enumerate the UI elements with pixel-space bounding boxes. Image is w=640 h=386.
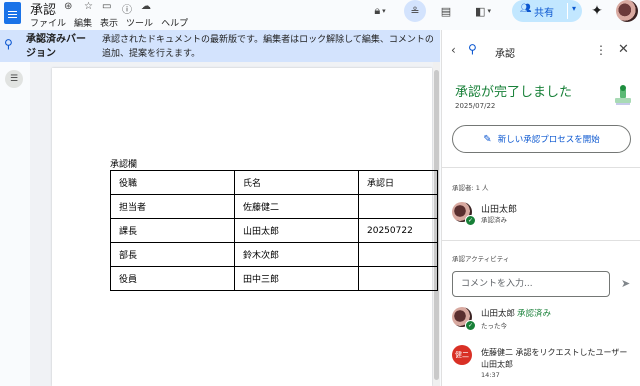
table-cell[interactable]: 部長 bbox=[110, 242, 235, 267]
menu-file[interactable]: ファイル bbox=[30, 19, 66, 29]
approval-table[interactable]: 役職 氏名 承認日 担当者 佐藤健二 課長 山田太郎 20250722 部長 鈴… bbox=[110, 170, 438, 291]
table-cell[interactable] bbox=[358, 242, 438, 267]
info-icon[interactable]: ⓘ bbox=[122, 1, 132, 16]
banner-title: 承認済みバージョン bbox=[26, 34, 86, 59]
table-cell[interactable]: 役員 bbox=[110, 266, 235, 291]
table-cell[interactable]: 鈴木次郎 bbox=[234, 242, 359, 267]
outline-button[interactable]: ☰ bbox=[5, 70, 23, 88]
activity-avatar: 健二 bbox=[452, 345, 472, 365]
table-cell[interactable]: 承認日 bbox=[358, 170, 438, 195]
table-cell[interactable]: 役職 bbox=[110, 170, 235, 195]
panel-title: 承認 bbox=[495, 49, 515, 60]
gemini-button[interactable]: ✦ bbox=[588, 0, 606, 22]
more-options-icon[interactable]: ⋮ bbox=[595, 43, 607, 57]
status-icon[interactable]: ⊛ bbox=[64, 1, 72, 12]
table-caption: 承認欄 bbox=[110, 160, 138, 170]
divider bbox=[441, 167, 640, 168]
new-process-label: 新しい承認プロセスを開始 bbox=[497, 135, 600, 145]
approval-stamp-icon bbox=[615, 85, 631, 105]
outline-icon: ☰ bbox=[9, 74, 19, 84]
table-cell[interactable]: 田中三郎 bbox=[234, 266, 359, 291]
menu-edit[interactable]: 編集 bbox=[74, 19, 92, 29]
activity-text: 佐藤健二 承認をリクエストしたユーザー 山田太郎 bbox=[481, 348, 628, 369]
menu-view[interactable]: 表示 bbox=[100, 19, 118, 29]
menu-tools[interactable]: ツール bbox=[126, 19, 153, 29]
left-rail bbox=[0, 62, 30, 386]
table-cell[interactable] bbox=[358, 266, 438, 291]
approval-complete-title: 承認が完了しました bbox=[455, 85, 573, 100]
video-camera-icon: ◧ bbox=[475, 4, 486, 18]
table-cell[interactable]: 氏名 bbox=[234, 170, 359, 195]
table-row: 役職 氏名 承認日 bbox=[110, 170, 438, 195]
menu-bar: ファイル 編集 表示 ツール ヘルプ bbox=[30, 16, 196, 29]
table-row: 部長 鈴木次郎 bbox=[110, 242, 438, 267]
new-approval-process-button[interactable]: ✎ 新しい承認プロセスを開始 bbox=[452, 125, 631, 153]
divider bbox=[441, 240, 640, 241]
share-people-icon: 👥︎ bbox=[520, 4, 532, 14]
table-cell[interactable]: 20250722 bbox=[358, 218, 438, 243]
table-cell[interactable]: 担当者 bbox=[110, 194, 235, 219]
cloud-saved-icon[interactable]: ☁ bbox=[141, 1, 151, 12]
share-button[interactable]: 👥︎ 共有 ▾ bbox=[512, 0, 582, 22]
menu-help[interactable]: ヘルプ bbox=[161, 19, 188, 29]
table-cell[interactable] bbox=[358, 194, 438, 219]
move-folder-icon[interactable]: ▭ bbox=[102, 1, 111, 12]
approval-person-icon: ⚲ bbox=[468, 42, 477, 56]
comment-input[interactable] bbox=[452, 271, 610, 297]
approver-status: 承認済み bbox=[481, 216, 507, 224]
close-icon[interactable]: ✕ bbox=[618, 42, 629, 57]
table-cell[interactable]: 佐藤健二 bbox=[234, 194, 359, 219]
back-arrow-icon[interactable]: ‹ bbox=[451, 43, 456, 57]
share-label: 共有 bbox=[534, 7, 554, 19]
table-row: 担当者 佐藤健二 bbox=[110, 194, 438, 219]
chevron-down-icon: ▾ bbox=[487, 7, 491, 15]
table-row: 課長 山田太郎 20250722 bbox=[110, 218, 438, 243]
lock-menu-button[interactable]: 🔒︎ ▾ bbox=[366, 0, 394, 22]
approval-activity-label: 承認アクティビティ bbox=[452, 255, 510, 263]
comments-button[interactable]: ▤ bbox=[436, 0, 456, 22]
approvers-count-label: 承認者: 1 人 bbox=[452, 184, 489, 192]
table-row: 役員 田中三郎 bbox=[110, 266, 438, 291]
star-icon[interactable]: ☆ bbox=[84, 1, 93, 12]
share-divider bbox=[567, 3, 568, 19]
chevron-down-icon[interactable]: ▾ bbox=[572, 4, 576, 13]
chevron-down-icon: ▾ bbox=[382, 7, 386, 15]
approval-complete-date: 2025/07/22 bbox=[455, 102, 496, 110]
table-cell[interactable]: 山田太郎 bbox=[234, 218, 359, 243]
approved-check-icon: ✓ bbox=[465, 320, 476, 331]
account-avatar[interactable] bbox=[616, 0, 638, 22]
approvals-button[interactable]: ≗ bbox=[404, 0, 426, 22]
lock-icon: 🔒︎ bbox=[374, 4, 381, 17]
send-icon[interactable]: ➤ bbox=[621, 277, 630, 290]
activity-status: 承認済み bbox=[517, 309, 552, 319]
approved-check-icon: ✓ bbox=[465, 215, 476, 226]
docs-logo-icon[interactable] bbox=[4, 2, 21, 24]
sparkle-icon: ✦ bbox=[591, 3, 603, 19]
comment-icon: ▤ bbox=[440, 4, 452, 18]
activity-user-name: 山田太郎 bbox=[481, 309, 516, 319]
table-cell[interactable]: 課長 bbox=[110, 218, 235, 243]
activity-time: たった今 bbox=[481, 322, 507, 330]
activity-time: 14:37 bbox=[481, 371, 500, 379]
meet-button[interactable]: ◧ ▾ bbox=[468, 0, 498, 22]
banner-text: 承認されたドキュメントの最新版です。編集者はロック解除して編集、コメントの追加、… bbox=[102, 35, 434, 59]
pencil-icon: ✎ bbox=[483, 133, 492, 145]
approvals-icon: ≗ bbox=[410, 4, 420, 18]
approval-person-icon: ⚲ bbox=[4, 37, 13, 51]
